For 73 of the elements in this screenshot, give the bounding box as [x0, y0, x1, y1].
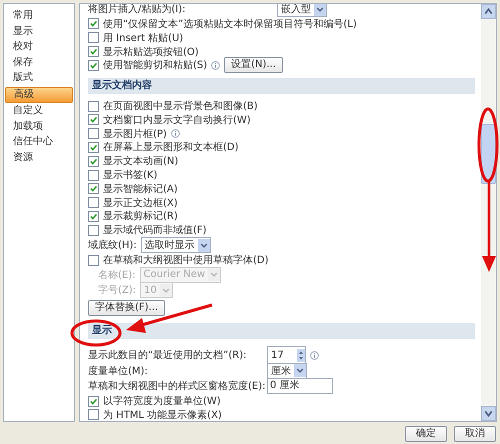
checkbox-label: 在屏幕上显示图形和文本框(D) [103, 140, 239, 154]
checkbox-label: 显示智能标记(A) [103, 182, 178, 196]
sidebar-item[interactable]: 校对 [5, 39, 73, 55]
sidebar-item[interactable]: 版式 [5, 70, 73, 86]
ok-button[interactable]: 确定 [405, 426, 447, 442]
sidebar-item[interactable]: 显示 [5, 24, 73, 40]
checkbox-label: 显示书签(K) [103, 168, 158, 182]
checkbox-label: 为 HTML 功能显示像素(X) [103, 408, 222, 421]
dropdown-arrow-icon [314, 4, 326, 16]
checkbox[interactable] [88, 409, 99, 420]
dropdown[interactable]: 嵌入型 [277, 4, 327, 17]
checkbox[interactable] [88, 128, 99, 140]
checkbox-label: 显示图片框(P) [103, 128, 167, 141]
scroll-up-icon[interactable] [481, 4, 496, 19]
field-label: 草稿和大纲视图中的样式区窗格宽度(E): [88, 380, 263, 394]
checkbox-label: 在草稿和大纲视图中使用草稿字体(D) [103, 254, 269, 268]
highlight-ellipse [70, 320, 122, 346]
checkbox[interactable] [88, 100, 99, 112]
spin-arrows-icon[interactable] [297, 348, 305, 363]
dropdown[interactable]: 厘米 [267, 362, 307, 379]
checkbox[interactable] [88, 170, 99, 181]
checkbox-label: 使用“仅保留文本”选项粘贴文本时保留项目符号和编号(L) [103, 18, 357, 31]
checkbox[interactable] [88, 114, 99, 126]
scroll-down-icon[interactable] [481, 406, 496, 421]
checkbox-label: 用 Insert 粘贴(U) [103, 32, 184, 45]
checkbox[interactable] [88, 254, 99, 266]
checkbox[interactable] [88, 224, 99, 236]
dropdown-value: 选取时显示 [144, 238, 195, 252]
checkbox[interactable] [88, 60, 99, 71]
field-label: 度量单位(M): [88, 364, 149, 378]
checkbox-label: 以字符宽度为度量单位(W) [103, 394, 221, 408]
checkbox-label: 显示文本动画(N) [103, 154, 178, 168]
spin-value: 17 [271, 350, 284, 361]
section-header: 显示 [88, 322, 475, 339]
checkbox[interactable] [88, 142, 99, 153]
checkbox-label: 显示裁剪标记(R) [103, 210, 178, 224]
field-label: 字号(Z): [98, 284, 136, 298]
checkbox[interactable] [88, 18, 99, 30]
settings-button[interactable]: 设置(N)... [224, 57, 283, 74]
field-label: 名称(E): [98, 268, 136, 282]
dropdown-value: 嵌入型 [281, 4, 311, 16]
checkbox-label: 显示域代码而非域值(F) [103, 224, 207, 238]
sidebar-item[interactable]: 高级 [5, 86, 73, 103]
checkbox-label: 在页面视图中显示背景色和图像(B) [103, 100, 258, 114]
sidebar-item[interactable]: 信任中心 [5, 134, 73, 150]
cancel-button[interactable]: 取消 [454, 426, 496, 442]
sidebar-item[interactable]: 资源 [5, 150, 73, 166]
checkbox-label: 显示正文边框(X) [103, 196, 178, 210]
sidebar-item[interactable]: 保存 [5, 54, 73, 70]
checkbox[interactable] [88, 210, 99, 222]
sidebar-item[interactable]: 自定义 [5, 102, 73, 119]
checkbox-label: 使用智能剪切和粘贴(S) [103, 58, 208, 72]
sidebar-item[interactable]: 加载项 [5, 118, 73, 134]
section-header: 显示文档内容 [88, 78, 475, 94]
checkbox[interactable] [88, 46, 99, 57]
checkbox-label: 显示粘贴选项按钮(O) [103, 46, 199, 58]
field-label: 将图片插入/粘贴为(I): [88, 4, 186, 16]
dropdown-value: Courier New [144, 269, 206, 280]
dropdown[interactable]: 选取时显示 [140, 237, 211, 254]
dropdown-value: 10 [144, 284, 157, 296]
checkbox[interactable] [88, 32, 99, 44]
input-field[interactable]: 0 厘米 [267, 378, 333, 394]
field-label: 域底纹(H): [88, 238, 137, 252]
sidebar-item[interactable]: 常用 [5, 8, 73, 24]
checkbox-label: 文档窗口内显示文字自动换行(W) [103, 114, 251, 127]
checkbox[interactable] [88, 156, 99, 167]
font-substitution-button[interactable]: 字体替换(F)... [88, 300, 166, 316]
scrollbar[interactable] [481, 4, 496, 421]
field-label: 显示此数目的“最近使用的文档”(R): [88, 348, 248, 362]
checkbox[interactable] [88, 396, 99, 407]
checkbox[interactable] [88, 183, 99, 194]
dropdown-value: 厘米 [271, 364, 291, 378]
checkbox[interactable] [88, 197, 99, 208]
